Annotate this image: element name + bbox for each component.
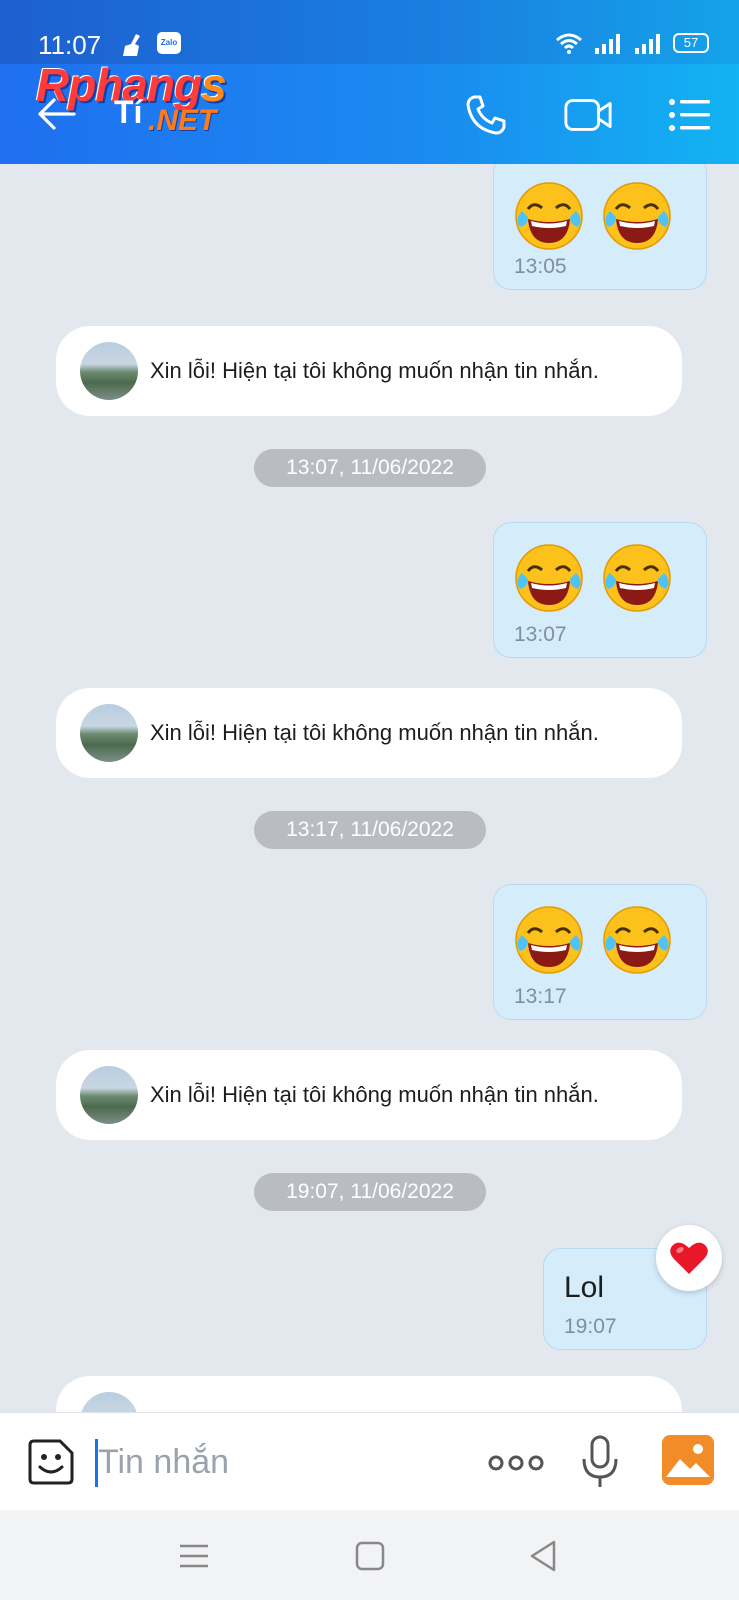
phone-call-button[interactable]: [461, 90, 511, 140]
laughing-emoji-icon: [603, 182, 671, 250]
sticker-icon[interactable]: [26, 1437, 76, 1487]
avatar[interactable]: [80, 1392, 138, 1412]
status-indicators: 57: [555, 32, 709, 54]
laughing-emoji-icon: [603, 906, 671, 974]
emoji-row: [494, 523, 706, 613]
received-message-bubble[interactable]: Xin lỗi! Hiện tại tôi không muốn nhận ti…: [56, 688, 682, 778]
back-nav-icon[interactable]: [524, 1536, 564, 1576]
sent-message-bubble[interactable]: 13:05: [493, 164, 707, 290]
signal-icon: [595, 34, 620, 54]
heart-icon: [670, 1242, 708, 1274]
sent-message-bubble[interactable]: Lol 19:07: [543, 1225, 722, 1350]
message-time: 13:17: [514, 985, 567, 1008]
app-header: 11:07 Zalo 57 Rphangs Tí .NET: [0, 0, 739, 164]
avatar[interactable]: [80, 342, 138, 400]
logo-text-net: .NET: [148, 104, 217, 137]
signal-icon-2: [635, 34, 660, 54]
laughing-emoji-icon: [603, 544, 671, 612]
received-message-bubble[interactable]: Xin lỗi! Hiện tại tôi không muốn nhận ti…: [56, 326, 682, 416]
reaction-badge[interactable]: [656, 1225, 722, 1291]
system-navigation-bar: [0, 1510, 739, 1600]
date-separator: 19:07, 11/06/2022: [254, 1173, 486, 1211]
emoji-row: [494, 164, 706, 251]
status-bar: 11:07 Zalo 57: [0, 0, 739, 64]
microphone-icon[interactable]: [580, 1435, 620, 1489]
sent-message-bubble[interactable]: 13:17: [493, 884, 707, 1020]
menu-list-icon: [669, 99, 710, 131]
message-list[interactable]: 13:05 Xin lỗi! Hiện tại tôi không muốn n…: [0, 164, 739, 1412]
message-time: 13:07: [514, 623, 567, 646]
header-actions: [461, 90, 715, 140]
watermark-logo: Rphangs Tí .NET: [36, 58, 266, 142]
message-text: Xin lỗi! Hiện tại tôi không muốn nhận ti…: [150, 358, 599, 383]
recent-apps-icon[interactable]: [174, 1536, 214, 1576]
laughing-emoji-icon: [515, 906, 583, 974]
phone-icon: [466, 95, 506, 135]
cleaner-icon: [123, 34, 140, 56]
message-text: Lol: [564, 1271, 605, 1304]
logo-text-ti: Tí: [114, 94, 143, 130]
video-call-icon: [564, 99, 612, 131]
image-gallery-icon[interactable]: [662, 1435, 714, 1485]
message-time: 13:05: [514, 255, 567, 278]
avatar[interactable]: [80, 704, 138, 762]
status-time: 11:07: [38, 30, 102, 60]
laughing-emoji-icon: [515, 544, 583, 612]
message-text: Xin lỗi! Hiện tại tôi không muốn nhận ti…: [150, 720, 599, 745]
zalo-notification-icon: Zalo: [157, 32, 181, 54]
date-separator: 13:07, 11/06/2022: [254, 449, 486, 487]
laughing-emoji-icon: [515, 182, 583, 250]
received-message-bubble[interactable]: [56, 1376, 682, 1412]
message-composer: [0, 1412, 739, 1510]
wifi-icon: [556, 33, 582, 54]
received-message-bubble[interactable]: Xin lỗi! Hiện tại tôi không muốn nhận ti…: [56, 1050, 682, 1140]
message-input[interactable]: [98, 1437, 458, 1487]
message-text: Xin lỗi! Hiện tại tôi không muốn nhận ti…: [150, 1082, 599, 1107]
more-options-icon[interactable]: [488, 1445, 544, 1481]
menu-button[interactable]: [665, 90, 715, 140]
message-time: 19:07: [564, 1315, 617, 1338]
battery-indicator: 57: [673, 33, 709, 53]
sent-message-bubble[interactable]: 13:07: [493, 522, 707, 658]
home-icon[interactable]: [350, 1536, 390, 1576]
date-separator: 13:17, 11/06/2022: [254, 811, 486, 849]
video-call-button[interactable]: [563, 90, 613, 140]
avatar[interactable]: [80, 1066, 138, 1124]
emoji-row: [494, 885, 706, 975]
